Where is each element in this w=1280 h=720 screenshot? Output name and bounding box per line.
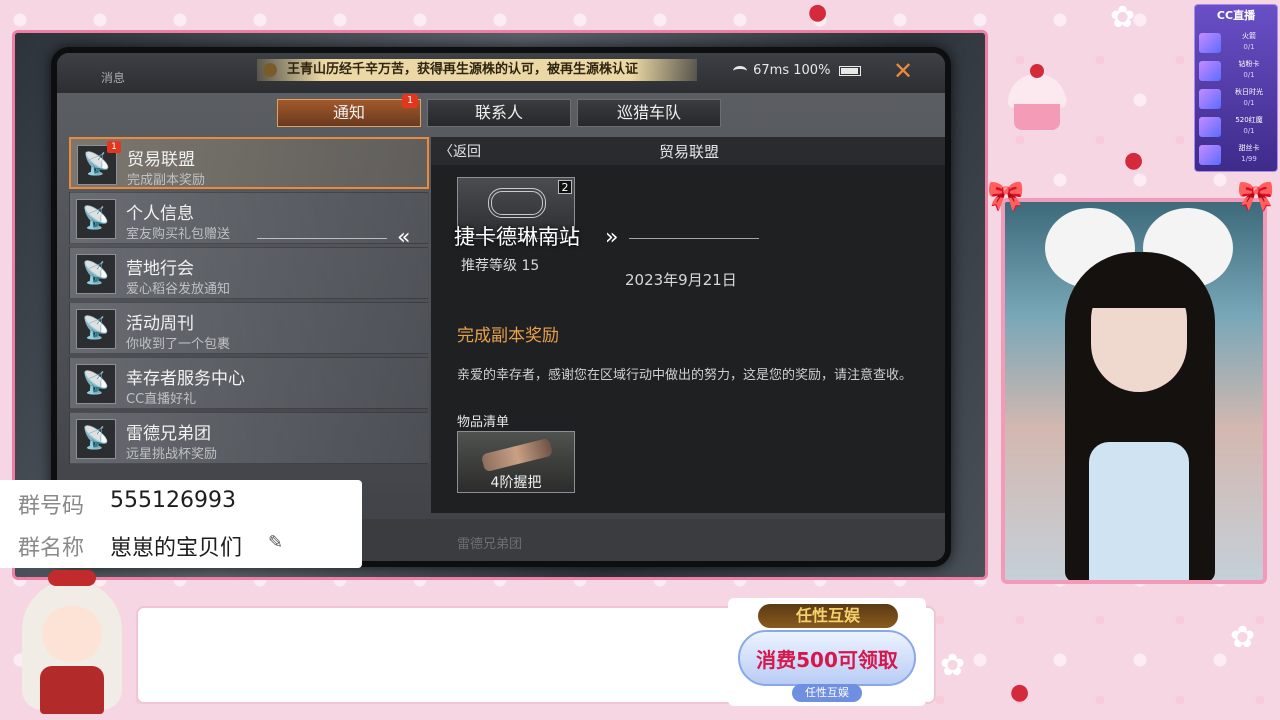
promo-text: 消费500可领取 bbox=[756, 648, 898, 672]
promo-banner[interactable]: 任性互娱 消费500可领取 任性互娱 bbox=[728, 598, 926, 706]
group-id-label: 群号码 bbox=[18, 494, 85, 519]
promo-brand: 任性互娱 bbox=[758, 604, 898, 628]
location-line-left bbox=[257, 238, 387, 239]
list-item-title: 雷德兄弟团 bbox=[126, 424, 211, 444]
anime-mascot bbox=[0, 570, 140, 720]
chevron-right-icon: » bbox=[605, 225, 619, 250]
satellite-dish-icon: 📡 bbox=[76, 364, 116, 404]
satellite-dish-icon: 📡 bbox=[76, 309, 116, 349]
cupcake-decoration bbox=[1002, 64, 1072, 134]
list-item-personal-info[interactable]: 📡 个人信息 室友购买礼包赠送 bbox=[69, 192, 429, 244]
promo-subtitle: 任性互娱 bbox=[792, 684, 862, 702]
satellite-dish-icon: 📡 bbox=[76, 419, 116, 459]
group-info-card: 群号码 555126993 群名称 崽崽的宝贝们 ✎ bbox=[0, 480, 362, 568]
item-list-caption: 物品清单 bbox=[457, 415, 510, 430]
list-item-survivor-service[interactable]: 📡 幸存者服务中心 CC直播好礼 bbox=[69, 357, 429, 409]
spring-icon bbox=[488, 188, 546, 218]
announcement-icon bbox=[263, 63, 277, 77]
flower-icon: ✿ bbox=[1110, 0, 1136, 35]
gift-row[interactable]: 520红魔 0/1 bbox=[1199, 115, 1275, 141]
bow-icon: 🎀 bbox=[1237, 179, 1275, 214]
list-item-weekly-events[interactable]: 📡 活动周刊 你收到了一个包裹 bbox=[69, 302, 429, 354]
gift-row[interactable]: 钻粉卡 0/1 bbox=[1199, 59, 1275, 85]
tab-notifications[interactable]: 通知 1 bbox=[277, 94, 421, 127]
gift-box-icon bbox=[1199, 117, 1221, 137]
list-item-title: 活动周刊 bbox=[126, 314, 194, 334]
cc-live-logo: CC直播 bbox=[1216, 9, 1256, 22]
card-icon bbox=[1199, 61, 1221, 81]
unread-badge: 1 bbox=[107, 141, 121, 153]
group-id-value: 555126993 bbox=[110, 488, 236, 513]
gift-row[interactable]: 甜丝卡 1/99 bbox=[1199, 143, 1275, 169]
list-item-title: 个人信息 bbox=[126, 204, 194, 224]
group-name-label: 群名称 bbox=[18, 536, 85, 561]
list-item-title: 幸存者服务中心 bbox=[126, 369, 245, 389]
promo-oval: 消费500可领取 bbox=[738, 630, 916, 686]
rocket-icon bbox=[1199, 33, 1221, 53]
battery-icon bbox=[838, 65, 861, 76]
edit-pencil-icon: ✎ bbox=[268, 532, 284, 553]
gift-row[interactable]: 火箭 0/1 bbox=[1199, 31, 1275, 57]
status-bar: 67ms 100% bbox=[733, 63, 861, 78]
location-line-right bbox=[629, 238, 759, 239]
list-item-subtitle: 完成副本奖励 bbox=[127, 173, 206, 188]
grip-icon bbox=[480, 437, 554, 473]
notification-badge: 1 bbox=[402, 94, 418, 108]
cherry-icon: ● bbox=[1124, 148, 1144, 173]
cherry-icon: ● bbox=[808, 0, 828, 25]
satellite-dish-icon: 📡 bbox=[76, 254, 116, 294]
list-item-subtitle: CC直播好礼 bbox=[126, 392, 197, 407]
recommended-level: 推荐等级 15 bbox=[461, 258, 540, 274]
list-item-title: 贸易联盟 bbox=[127, 150, 195, 170]
message-date: 2023年9月21日 bbox=[625, 271, 737, 289]
tab-convoy[interactable]: 巡猎车队 bbox=[577, 99, 721, 127]
gift-row[interactable]: 秋日时光 0/1 bbox=[1199, 87, 1275, 113]
satellite-dish-icon: 📡 bbox=[76, 199, 116, 239]
sweet-card-icon bbox=[1199, 145, 1221, 165]
list-item-subtitle: 爱心稻谷发放通知 bbox=[126, 282, 231, 297]
flower-icon: ✿ bbox=[1230, 620, 1256, 655]
faded-list-text: 雷德兄弟团 bbox=[457, 537, 523, 552]
game-top-bar: 消息 王青山历经千辛万苦，获得再生源株的认可，被再生源株认证 67ms 100%… bbox=[57, 53, 945, 93]
list-item-subtitle: 室友购买礼包赠送 bbox=[126, 227, 231, 242]
list-item-subtitle: 你收到了一个包裹 bbox=[126, 337, 231, 352]
detail-title: 贸易联盟 bbox=[658, 143, 719, 161]
reward-title: 完成副本奖励 bbox=[457, 326, 559, 346]
list-item-red-brothers[interactable]: 📡 雷德兄弟团 远星挑战杯奖励 bbox=[69, 412, 429, 464]
list-item-trade-alliance[interactable]: 📡 1 贸易联盟 完成副本奖励 bbox=[69, 137, 429, 189]
webcam-view bbox=[1001, 198, 1267, 584]
ping-text: 67ms bbox=[753, 63, 790, 78]
cherry-icon: ● bbox=[1010, 680, 1030, 705]
messages-label: 消息 bbox=[101, 71, 126, 85]
detail-header: 〈返回 贸易联盟 bbox=[431, 137, 945, 165]
battery-text: 100% bbox=[793, 63, 831, 78]
gift-task-panel: CC直播 火箭 0/1 钻粉卡 0/1 秋日时光 0/1 520红魔 0/1 甜… bbox=[1194, 4, 1278, 172]
autumn-icon bbox=[1199, 89, 1221, 109]
reward-item-name: 4阶握把 bbox=[490, 475, 542, 491]
item-count-badge: 2 bbox=[558, 180, 572, 194]
list-item-subtitle: 远星挑战杯奖励 bbox=[126, 447, 218, 462]
message-detail-panel: 〈返回 贸易联盟 2 推荐等级 15 2023年9月21日 完成副本奖励 亲爱的… bbox=[431, 137, 945, 513]
list-item-title: 营地行会 bbox=[126, 259, 194, 279]
tab-contacts[interactable]: 联系人 bbox=[427, 99, 571, 127]
bow-icon: 🎀 bbox=[987, 179, 1025, 214]
wifi-icon bbox=[733, 65, 747, 76]
close-icon[interactable]: ✕ bbox=[891, 59, 915, 83]
list-item-camp-guild[interactable]: 📡 营地行会 爱心稻谷发放通知 bbox=[69, 247, 429, 299]
group-name-value: 崽崽的宝贝们 bbox=[110, 536, 243, 561]
flower-icon: ✿ bbox=[940, 648, 966, 683]
announcement-ticker: 王青山历经千辛万苦，获得再生源株的认可，被再生源株认证 bbox=[257, 59, 697, 81]
reward-item[interactable]: 4阶握把 bbox=[457, 431, 575, 493]
message-body: 亲爱的幸存者，感谢您在区域行动中做出的努力，这是您的奖励，请注意查收。 bbox=[457, 368, 913, 383]
